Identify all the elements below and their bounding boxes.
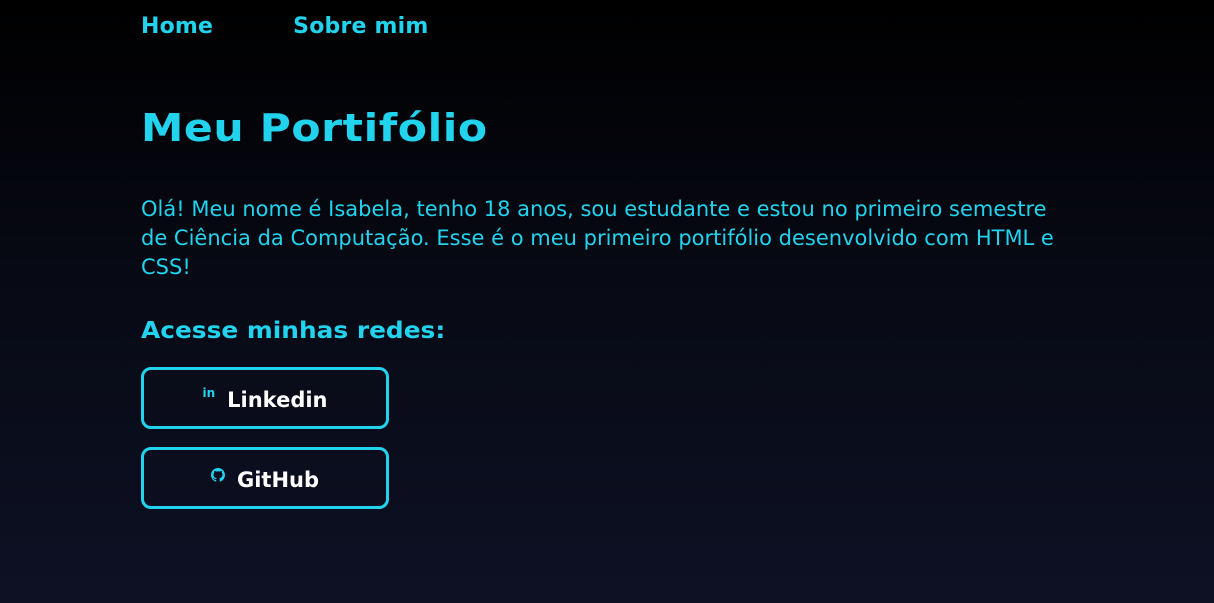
nav-sobre-mim-link[interactable]: Sobre mim: [293, 14, 428, 39]
page-title: Meu Portifólio: [141, 106, 488, 150]
social-heading: Acesse minhas redes:: [141, 318, 446, 344]
nav-home-link[interactable]: Home: [141, 14, 213, 39]
top-nav: Home Sobre mim: [141, 14, 429, 39]
linkedin-button[interactable]: in Linkedin: [141, 367, 389, 429]
github-button[interactable]: GitHub: [141, 447, 389, 509]
github-button-label: GitHub: [236, 468, 320, 492]
github-icon: [210, 468, 225, 482]
bio-paragraph: Olá! Meu nome é Isabela, tenho 18 anos, …: [141, 197, 1054, 279]
linkedin-icon: in: [202, 386, 216, 400]
linkedin-button-label: Linkedin: [227, 388, 328, 412]
